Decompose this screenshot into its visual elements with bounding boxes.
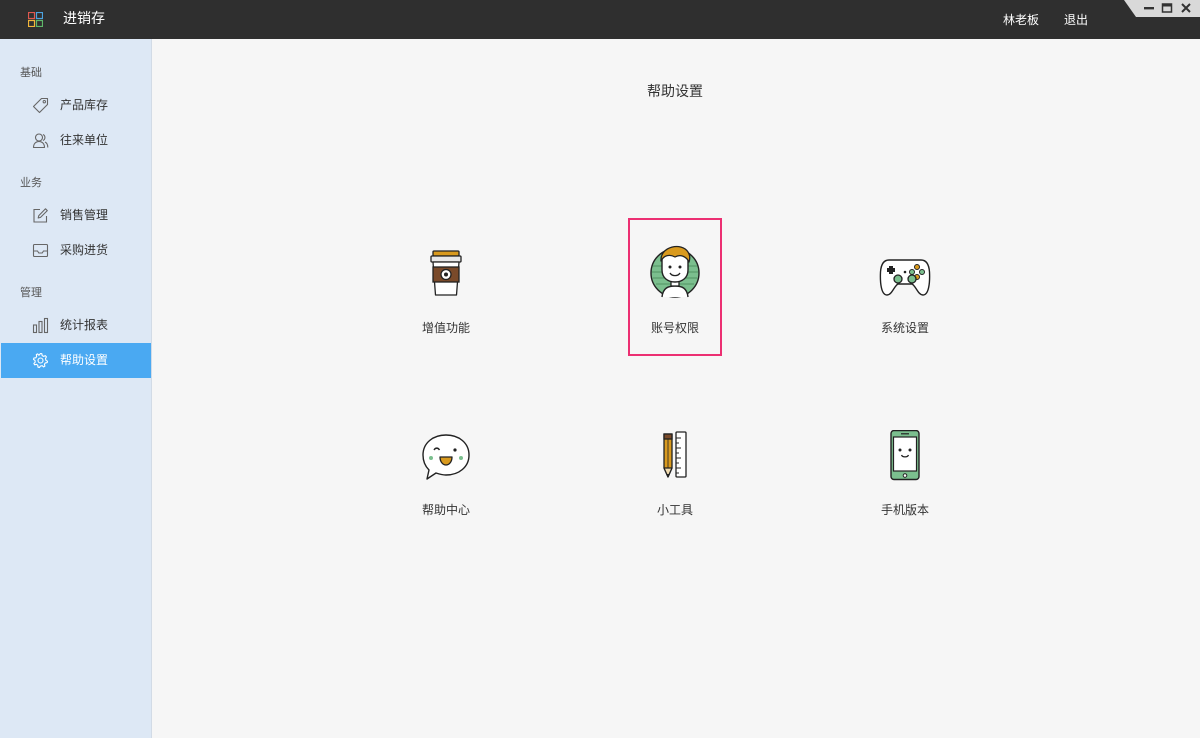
tile-label: 增值功能 (421, 321, 470, 335)
tile-label: 手机版本 (880, 503, 929, 517)
sidebar-item-purchase[interactable]: 采购进货 (1, 233, 151, 268)
users-icon (32, 133, 49, 149)
sidebar-section-management: 管理 (20, 286, 42, 299)
gear-icon (32, 352, 49, 369)
maximize-icon[interactable] (1161, 2, 1173, 14)
user-name-link[interactable]: 林老板 (1003, 12, 1039, 28)
tile-mobile-version[interactable]: 手机版本 (845, 430, 965, 540)
logout-link[interactable]: 退出 (1064, 12, 1088, 28)
sidebar-item-product-inventory[interactable]: 产品库存 (1, 88, 151, 123)
tag-icon (32, 97, 49, 114)
edit-icon (33, 208, 48, 223)
window-controls (1124, 0, 1200, 17)
chat-bubble-icon (422, 434, 470, 480)
tile-label: 账号权限 (650, 321, 699, 335)
sidebar-item-label: 统计报表 (60, 318, 109, 332)
pencil-ruler-icon (663, 431, 687, 478)
tile-label: 小工具 (656, 503, 693, 517)
sidebar-item-label: 采购进货 (60, 243, 109, 257)
user-avatar-icon (650, 245, 700, 298)
sidebar-item-label: 销售管理 (60, 208, 109, 222)
sidebar-item-label: 往来单位 (60, 133, 109, 147)
gamepad-icon (879, 259, 931, 296)
tile-help-center[interactable]: 帮助中心 (386, 430, 506, 540)
sidebar-item-reports[interactable]: 统计报表 (1, 308, 151, 343)
page-title: 帮助设置 (647, 84, 703, 100)
sidebar-item-help-settings[interactable]: 帮助设置 (1, 343, 151, 378)
tile-system-settings[interactable]: 系统设置 (845, 248, 965, 358)
sidebar: 基础 产品库存 往来单位 业务 销售管理 采购进货 管理 统计报表 帮助设置 (0, 39, 152, 738)
title-bar: 进销存 林老板 退出 (0, 0, 1200, 39)
mobile-phone-icon (890, 430, 920, 481)
bar-chart-icon (32, 317, 49, 334)
minimize-icon[interactable] (1143, 2, 1155, 14)
sidebar-section-basic: 基础 (20, 66, 42, 79)
sidebar-section-business: 业务 (20, 176, 42, 189)
sidebar-item-sales[interactable]: 销售管理 (1, 198, 151, 233)
tile-value-added[interactable]: 增值功能 (386, 248, 506, 358)
sidebar-item-label: 帮助设置 (60, 353, 109, 367)
tile-account-permissions[interactable]: 账号权限 (615, 240, 735, 350)
app-title: 进销存 (63, 11, 105, 27)
inbox-icon (32, 243, 49, 258)
tile-label: 帮助中心 (421, 503, 470, 517)
sidebar-item-label: 产品库存 (60, 98, 109, 112)
tile-label: 系统设置 (880, 321, 929, 335)
sidebar-item-contacts[interactable]: 往来单位 (1, 123, 151, 158)
app-logo-icon (28, 12, 43, 27)
coffee-cup-icon (430, 250, 462, 296)
close-icon[interactable] (1180, 2, 1192, 14)
tile-small-tools[interactable]: 小工具 (615, 430, 735, 540)
